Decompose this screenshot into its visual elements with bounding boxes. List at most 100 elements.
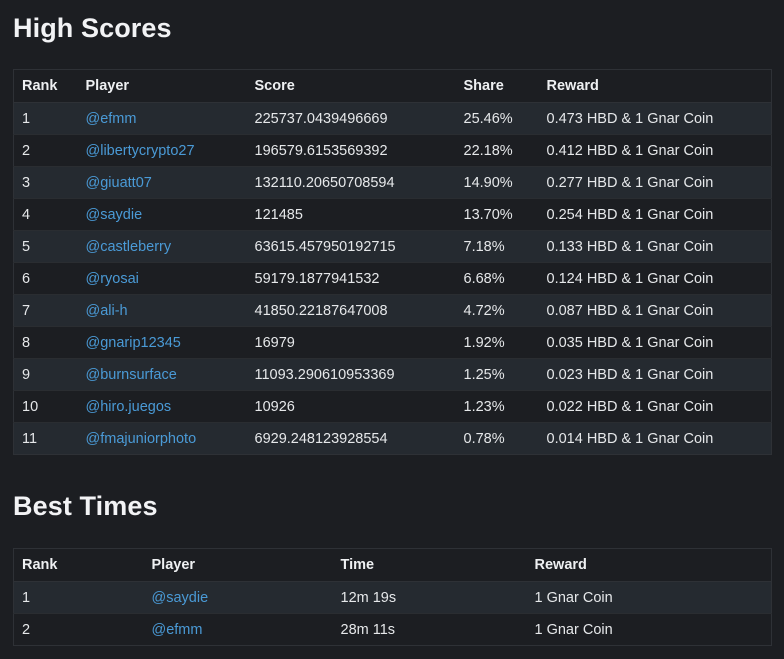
cell-reward: 0.035 HBD & 1 Gnar Coin [538,326,772,359]
cell-score: 6929.248123928554 [246,422,456,455]
cell-reward: 1 Gnar Coin [526,581,772,614]
cell-score: 16979 [246,326,456,359]
header-rank: Rank [13,548,144,582]
player-link[interactable]: @saydie [152,590,209,606]
cell-share: 1.92% [455,326,539,359]
player-link[interactable]: @efmm [152,622,203,638]
header-rank: Rank [13,69,78,103]
player-link[interactable]: @fmajuniorphoto [86,431,197,447]
table-row: 1 @saydie 12m 19s 1 Gnar Coin [13,581,772,614]
table-row: 2 @efmm 28m 11s 1 Gnar Coin [13,613,772,646]
player-link[interactable]: @ryosai [86,271,139,287]
high-scores-title: High Scores [13,13,172,43]
cell-player: @ali-h [77,294,247,327]
cell-share: 4.72% [455,294,539,327]
cell-player: @fmajuniorphoto [77,422,247,455]
cell-score: 59179.1877941532 [246,262,456,295]
table-row: 5 @castleberry 63615.457950192715 7.18% 0.13… [13,230,772,263]
player-link[interactable]: @gnarip12345 [86,335,181,351]
high-scores-header-row: Rank Player Score Share Reward [13,69,772,103]
cell-reward: 0.254 HBD & 1 Gnar Coin [538,198,772,231]
header-share: Share [455,69,539,103]
player-link[interactable]: @castleberry [86,239,172,255]
cell-rank: 5 [13,230,78,263]
cell-score: 63615.457950192715 [246,230,456,263]
cell-reward: 0.022 HBD & 1 Gnar Coin [538,390,772,423]
best-times-title: Best Times [13,491,158,521]
cell-player: @efmm [143,613,333,646]
cell-share: 0.78% [455,422,539,455]
table-row: 4 @saydie 121485 13.70% 0.254 HBD & 1 Gnar C… [13,198,772,231]
cell-reward: 0.014 HBD & 1 Gnar Coin [538,422,772,455]
cell-rank: 6 [13,262,78,295]
cell-share: 6.68% [455,262,539,295]
best-times-table: Rank Player Time Reward 1 @saydie 12m 19s 1… [13,548,772,646]
cell-player: @giuatt07 [77,166,247,199]
cell-rank: 4 [13,198,78,231]
table-row: 8 @gnarip12345 16979 1.92% 0.035 HBD & 1 Gna… [13,326,772,359]
player-link[interactable]: @burnsurface [86,367,177,383]
table-row: 1 @efmm 225737.0439496669 25.46% 0.473 HBD &… [13,102,772,135]
cell-rank: 2 [13,134,78,167]
cell-share: 7.18% [455,230,539,263]
cell-player: @efmm [77,102,247,135]
cell-rank: 8 [13,326,78,359]
cell-reward: 0.473 HBD & 1 Gnar Coin [538,102,772,135]
cell-rank: 3 [13,166,78,199]
cell-reward: 1 Gnar Coin [526,613,772,646]
cell-player: @castleberry [77,230,247,263]
player-link[interactable]: @giuatt07 [86,175,152,191]
player-link[interactable]: @ali-h [86,303,128,319]
cell-score: 196579.6153569392 [246,134,456,167]
player-link[interactable]: @hiro.juegos [86,399,172,415]
cell-score: 132110.20650708594 [246,166,456,199]
cell-rank: 1 [13,581,144,614]
player-link[interactable]: @libertycrypto27 [86,143,195,159]
best-times-header-row: Rank Player Time Reward [13,548,772,582]
header-player: Player [77,69,247,103]
cell-rank: 1 [13,102,78,135]
cell-reward: 0.412 HBD & 1 Gnar Coin [538,134,772,167]
cell-share: 1.25% [455,358,539,391]
cell-score: 121485 [246,198,456,231]
cell-score: 41850.22187647008 [246,294,456,327]
table-row: 9 @burnsurface 11093.290610953369 1.25% 0.02… [13,358,772,391]
cell-player: @gnarip12345 [77,326,247,359]
header-time: Time [332,548,527,582]
cell-player: @saydie [77,198,247,231]
cell-reward: 0.124 HBD & 1 Gnar Coin [538,262,772,295]
player-link[interactable]: @efmm [86,111,137,127]
cell-share: 14.90% [455,166,539,199]
header-player: Player [143,548,333,582]
cell-share: 25.46% [455,102,539,135]
high-scores-table: Rank Player Score Share Reward 1 @efmm 225… [13,69,772,455]
cell-score: 225737.0439496669 [246,102,456,135]
cell-share: 1.23% [455,390,539,423]
cell-player: @saydie [143,581,333,614]
cell-rank: 7 [13,294,78,327]
cell-rank: 2 [13,613,144,646]
table-row: 6 @ryosai 59179.1877941532 6.68% 0.124 HBD &… [13,262,772,295]
cell-reward: 0.023 HBD & 1 Gnar Coin [538,358,772,391]
cell-player: @burnsurface [77,358,247,391]
cell-rank: 11 [13,422,78,455]
header-reward: Reward [538,69,772,103]
cell-reward: 0.087 HBD & 1 Gnar Coin [538,294,772,327]
cell-score: 10926 [246,390,456,423]
header-score: Score [246,69,456,103]
cell-time: 28m 11s [332,613,527,646]
table-row: 7 @ali-h 41850.22187647008 4.72% 0.087 HBD &… [13,294,772,327]
cell-share: 13.70% [455,198,539,231]
cell-player: @ryosai [77,262,247,295]
cell-player: @hiro.juegos [77,390,247,423]
cell-share: 22.18% [455,134,539,167]
header-reward: Reward [526,548,772,582]
cell-rank: 9 [13,358,78,391]
cell-reward: 0.133 HBD & 1 Gnar Coin [538,230,772,263]
table-row: 11 @fmajuniorphoto 6929.248123928554 0.78% 0… [13,422,772,455]
table-row: 2 @libertycrypto27 196579.6153569392 22.18%… [13,134,772,167]
player-link[interactable]: @saydie [86,207,143,223]
table-row: 3 @giuatt07 132110.20650708594 14.90% 0.277 … [13,166,772,199]
cell-reward: 0.277 HBD & 1 Gnar Coin [538,166,772,199]
cell-time: 12m 19s [332,581,527,614]
